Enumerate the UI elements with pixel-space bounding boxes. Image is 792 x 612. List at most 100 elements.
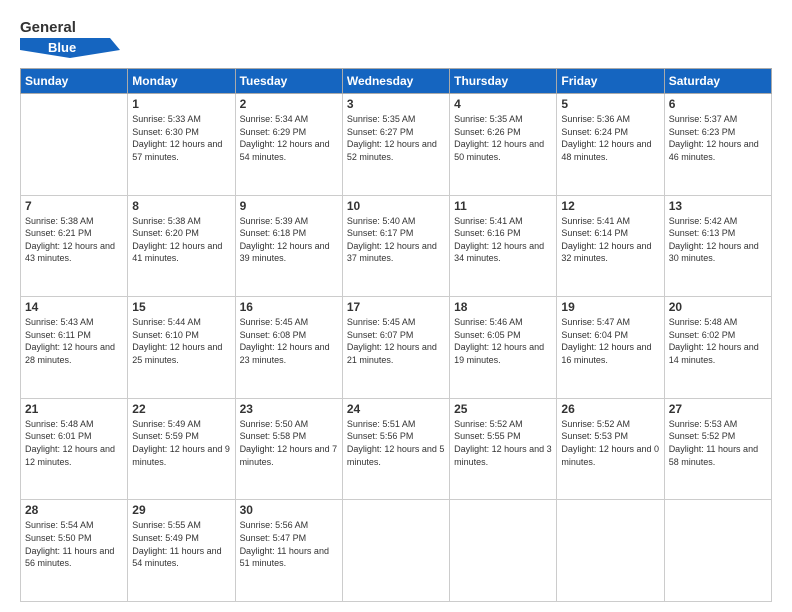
- day-number: 2: [240, 97, 338, 111]
- day-number: 30: [240, 503, 338, 517]
- calendar-body: 1 Sunrise: 5:33 AMSunset: 6:30 PMDaylight…: [21, 94, 772, 602]
- day-number: 15: [132, 300, 230, 314]
- day-number: 21: [25, 402, 123, 416]
- day-number: 27: [669, 402, 767, 416]
- calendar-cell: 27 Sunrise: 5:53 AMSunset: 5:52 PMDayligh…: [664, 398, 771, 500]
- calendar-cell: 2 Sunrise: 5:34 AMSunset: 6:29 PMDaylight…: [235, 94, 342, 196]
- calendar-cell: 19 Sunrise: 5:47 AMSunset: 6:04 PMDayligh…: [557, 297, 664, 399]
- calendar-cell: [450, 500, 557, 602]
- day-number: 18: [454, 300, 552, 314]
- calendar-cell: 18 Sunrise: 5:46 AMSunset: 6:05 PMDayligh…: [450, 297, 557, 399]
- calendar-cell: [664, 500, 771, 602]
- cell-info: Sunrise: 5:33 AMSunset: 6:30 PMDaylight:…: [132, 113, 230, 163]
- week-row-3: 14 Sunrise: 5:43 AMSunset: 6:11 PMDayligh…: [21, 297, 772, 399]
- day-number: 4: [454, 97, 552, 111]
- cell-info: Sunrise: 5:36 AMSunset: 6:24 PMDaylight:…: [561, 113, 659, 163]
- header: General Blue: [20, 16, 772, 58]
- cell-info: Sunrise: 5:55 AMSunset: 5:49 PMDaylight:…: [132, 519, 230, 569]
- day-number: 22: [132, 402, 230, 416]
- calendar-cell: 10 Sunrise: 5:40 AMSunset: 6:17 PMDayligh…: [342, 195, 449, 297]
- cell-info: Sunrise: 5:41 AMSunset: 6:14 PMDaylight:…: [561, 215, 659, 265]
- cell-info: Sunrise: 5:50 AMSunset: 5:58 PMDaylight:…: [240, 418, 338, 468]
- cell-info: Sunrise: 5:39 AMSunset: 6:18 PMDaylight:…: [240, 215, 338, 265]
- calendar-cell: 7Sunrise: 5:38 AMSunset: 6:21 PMDaylight…: [21, 195, 128, 297]
- calendar-table: SundayMondayTuesdayWednesdayThursdayFrid…: [20, 68, 772, 602]
- day-number: 10: [347, 199, 445, 213]
- logo-icon: General Blue: [20, 16, 120, 58]
- logo: General Blue: [20, 16, 120, 58]
- day-header-thursday: Thursday: [450, 69, 557, 94]
- cell-info: Sunrise: 5:54 AMSunset: 5:50 PMDaylight:…: [25, 519, 123, 569]
- day-header-sunday: Sunday: [21, 69, 128, 94]
- calendar-header-row: SundayMondayTuesdayWednesdayThursdayFrid…: [21, 69, 772, 94]
- day-header-friday: Friday: [557, 69, 664, 94]
- calendar-cell: 9 Sunrise: 5:39 AMSunset: 6:18 PMDaylight…: [235, 195, 342, 297]
- calendar-cell: 17Sunrise: 5:45 AMSunset: 6:07 PMDayligh…: [342, 297, 449, 399]
- cell-info: Sunrise: 5:44 AMSunset: 6:10 PMDaylight:…: [132, 316, 230, 366]
- calendar-cell: 22 Sunrise: 5:49 AMSunset: 5:59 PMDayligh…: [128, 398, 235, 500]
- day-number: 28: [25, 503, 123, 517]
- calendar-cell: 21 Sunrise: 5:48 AMSunset: 6:01 PMDayligh…: [21, 398, 128, 500]
- day-number: 24: [347, 402, 445, 416]
- day-number: 8: [132, 199, 230, 213]
- day-number: 23: [240, 402, 338, 416]
- calendar-cell: [342, 500, 449, 602]
- calendar-cell: 8Sunrise: 5:38 AMSunset: 6:20 PMDaylight…: [128, 195, 235, 297]
- cell-info: Sunrise: 5:49 AMSunset: 5:59 PMDaylight:…: [132, 418, 230, 468]
- cell-info: Sunrise: 5:46 AMSunset: 6:05 PMDaylight:…: [454, 316, 552, 366]
- calendar-cell: 5 Sunrise: 5:36 AMSunset: 6:24 PMDaylight…: [557, 94, 664, 196]
- svg-text:General: General: [20, 19, 76, 36]
- week-row-5: 28 Sunrise: 5:54 AMSunset: 5:50 PMDayligh…: [21, 500, 772, 602]
- cell-info: Sunrise: 5:37 AMSunset: 6:23 PMDaylight:…: [669, 113, 767, 163]
- cell-info: Sunrise: 5:41 AMSunset: 6:16 PMDaylight:…: [454, 215, 552, 265]
- calendar-cell: [557, 500, 664, 602]
- week-row-1: 1 Sunrise: 5:33 AMSunset: 6:30 PMDaylight…: [21, 94, 772, 196]
- calendar-cell: 14 Sunrise: 5:43 AMSunset: 6:11 PMDayligh…: [21, 297, 128, 399]
- cell-info: Sunrise: 5:35 AMSunset: 6:27 PMDaylight:…: [347, 113, 445, 163]
- day-header-saturday: Saturday: [664, 69, 771, 94]
- calendar-cell: 26Sunrise: 5:52 AMSunset: 5:53 PMDayligh…: [557, 398, 664, 500]
- cell-info: Sunrise: 5:34 AMSunset: 6:29 PMDaylight:…: [240, 113, 338, 163]
- day-number: 9: [240, 199, 338, 213]
- calendar-cell: 3 Sunrise: 5:35 AMSunset: 6:27 PMDaylight…: [342, 94, 449, 196]
- day-number: 1: [132, 97, 230, 111]
- calendar-cell: 25Sunrise: 5:52 AMSunset: 5:55 PMDayligh…: [450, 398, 557, 500]
- calendar-cell: 20Sunrise: 5:48 AMSunset: 6:02 PMDayligh…: [664, 297, 771, 399]
- calendar-cell: 24 Sunrise: 5:51 AMSunset: 5:56 PMDayligh…: [342, 398, 449, 500]
- week-row-2: 7Sunrise: 5:38 AMSunset: 6:21 PMDaylight…: [21, 195, 772, 297]
- day-number: 5: [561, 97, 659, 111]
- day-number: 19: [561, 300, 659, 314]
- calendar-cell: 23 Sunrise: 5:50 AMSunset: 5:58 PMDayligh…: [235, 398, 342, 500]
- cell-info: Sunrise: 5:48 AMSunset: 6:01 PMDaylight:…: [25, 418, 123, 468]
- day-number: 7: [25, 199, 123, 213]
- calendar-cell: 11Sunrise: 5:41 AMSunset: 6:16 PMDayligh…: [450, 195, 557, 297]
- day-number: 14: [25, 300, 123, 314]
- day-number: 26: [561, 402, 659, 416]
- page: General Blue SundayMondayTuesdayWednesda…: [0, 0, 792, 612]
- cell-info: Sunrise: 5:48 AMSunset: 6:02 PMDaylight:…: [669, 316, 767, 366]
- day-number: 6: [669, 97, 767, 111]
- day-number: 3: [347, 97, 445, 111]
- cell-info: Sunrise: 5:40 AMSunset: 6:17 PMDaylight:…: [347, 215, 445, 265]
- day-number: 16: [240, 300, 338, 314]
- cell-info: Sunrise: 5:56 AMSunset: 5:47 PMDaylight:…: [240, 519, 338, 569]
- svg-text:Blue: Blue: [48, 40, 76, 55]
- cell-info: Sunrise: 5:53 AMSunset: 5:52 PMDaylight:…: [669, 418, 767, 468]
- day-header-wednesday: Wednesday: [342, 69, 449, 94]
- cell-info: Sunrise: 5:51 AMSunset: 5:56 PMDaylight:…: [347, 418, 445, 468]
- calendar-cell: 6 Sunrise: 5:37 AMSunset: 6:23 PMDaylight…: [664, 94, 771, 196]
- day-number: 29: [132, 503, 230, 517]
- day-header-tuesday: Tuesday: [235, 69, 342, 94]
- cell-info: Sunrise: 5:43 AMSunset: 6:11 PMDaylight:…: [25, 316, 123, 366]
- calendar-cell: 29 Sunrise: 5:55 AMSunset: 5:49 PMDayligh…: [128, 500, 235, 602]
- day-number: 13: [669, 199, 767, 213]
- week-row-4: 21 Sunrise: 5:48 AMSunset: 6:01 PMDayligh…: [21, 398, 772, 500]
- day-header-monday: Monday: [128, 69, 235, 94]
- calendar-cell: 13Sunrise: 5:42 AMSunset: 6:13 PMDayligh…: [664, 195, 771, 297]
- calendar-cell: 15 Sunrise: 5:44 AMSunset: 6:10 PMDayligh…: [128, 297, 235, 399]
- calendar-cell: 30 Sunrise: 5:56 AMSunset: 5:47 PMDayligh…: [235, 500, 342, 602]
- calendar-cell: [21, 94, 128, 196]
- cell-info: Sunrise: 5:47 AMSunset: 6:04 PMDaylight:…: [561, 316, 659, 366]
- calendar-cell: 16Sunrise: 5:45 AMSunset: 6:08 PMDayligh…: [235, 297, 342, 399]
- calendar-cell: 1 Sunrise: 5:33 AMSunset: 6:30 PMDaylight…: [128, 94, 235, 196]
